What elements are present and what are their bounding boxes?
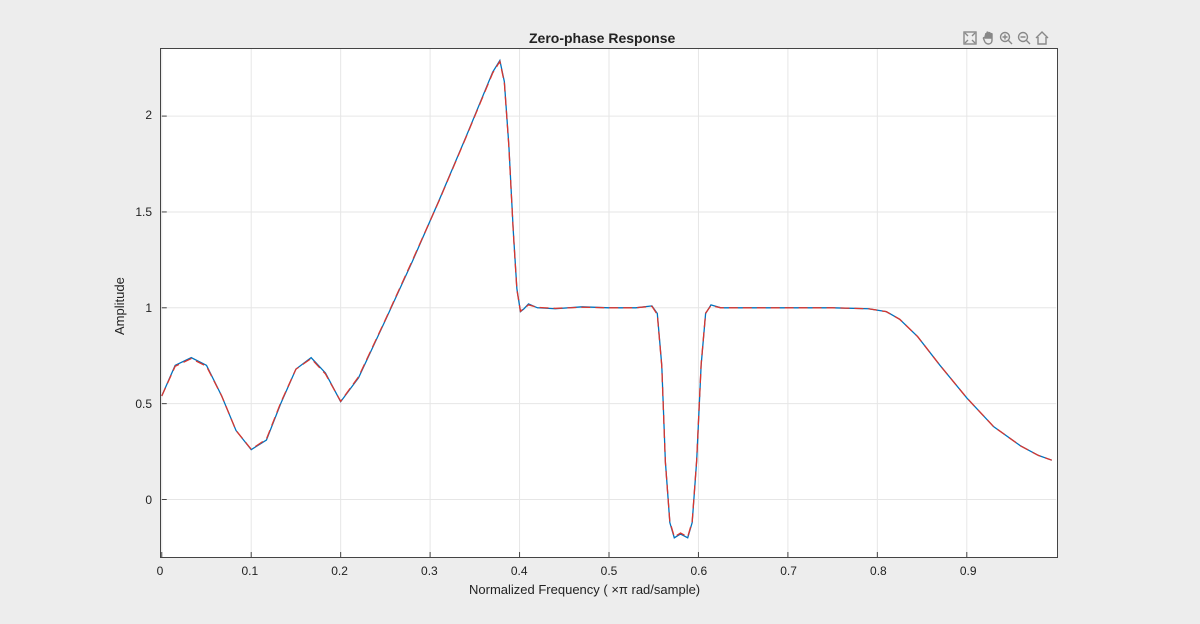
series-blue-solid [162,61,1052,538]
x-tick-label: 0 [157,564,164,578]
home-icon[interactable] [1034,30,1050,46]
plot-svg [161,49,1057,557]
x-tick-label: 0.4 [511,564,528,578]
chart-title: Zero-phase Response [529,30,675,46]
x-tick-label: 0.8 [870,564,887,578]
x-tick-label: 0.9 [960,564,977,578]
x-tick-label: 0.7 [780,564,797,578]
zoom-out-icon[interactable] [1016,30,1032,46]
figure-window: Zero-phase Response [0,0,1200,624]
x-axis-label: Normalized Frequency ( ×π rad/sample) [469,582,700,597]
x-tick-label: 0.5 [601,564,618,578]
axes[interactable] [160,48,1058,558]
y-axis-label: Amplitude [112,277,127,335]
y-tick-label: 0 [145,493,152,507]
expand-icon[interactable] [962,30,978,46]
x-tick-label: 0.3 [421,564,438,578]
pan-icon[interactable] [980,30,996,46]
x-tick-label: 0.2 [331,564,348,578]
y-tick-label: 2 [145,108,152,122]
series-red-dashed [162,61,1052,536]
x-tick-label: 0.1 [241,564,258,578]
zoom-in-icon[interactable] [998,30,1014,46]
y-tick-label: 0.5 [135,397,152,411]
y-tick-label: 1.5 [135,205,152,219]
y-tick-label: 1 [145,301,152,315]
figure-toolbar [962,30,1050,46]
x-tick-label: 0.6 [690,564,707,578]
